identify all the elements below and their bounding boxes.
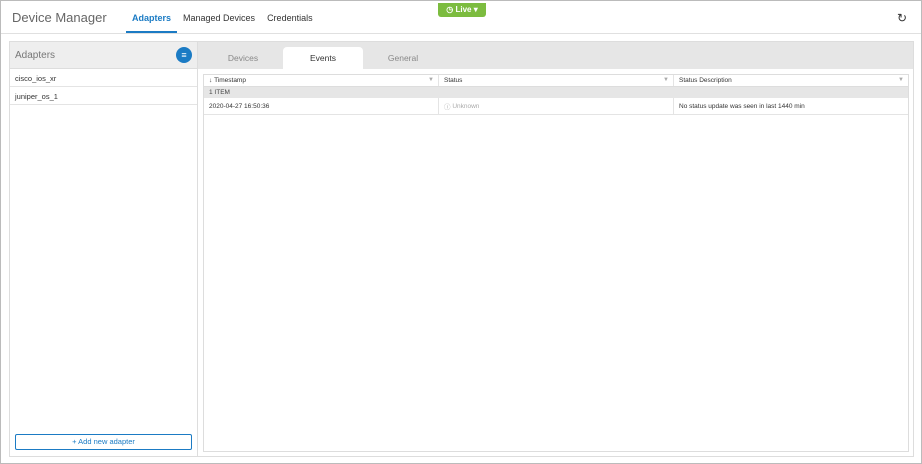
filter-icon[interactable]: ≡ bbox=[176, 47, 192, 63]
status-label: Unknown bbox=[452, 102, 480, 110]
adapters-panel: Adapters ≡ cisco_ios_xr juniper_os_1 + Ad… bbox=[9, 41, 198, 457]
live-button[interactable]: ◷ Live ▾ bbox=[438, 3, 486, 17]
nav-adapters[interactable]: Adapters bbox=[126, 1, 178, 33]
add-adapter-button[interactable]: + Add new adapter bbox=[15, 434, 192, 450]
detail-panel: Devices Events General ↓ Timestamp ▼ Stat… bbox=[197, 41, 914, 457]
filter-icon[interactable]: ▼ bbox=[663, 77, 669, 83]
plus-icon: + bbox=[72, 437, 77, 446]
app-header: Device Manager Adapters Managed Devices … bbox=[1, 1, 921, 34]
table-row[interactable]: 2020-04-27 16:50:36 ⓘ Unknown No status … bbox=[204, 98, 908, 115]
tab-devices[interactable]: Devices bbox=[203, 47, 283, 69]
col-label: Status Description bbox=[679, 77, 732, 84]
app-title: Device Manager bbox=[12, 10, 107, 25]
live-label: Live bbox=[455, 5, 472, 14]
group-row: 1 ITEM bbox=[204, 87, 908, 98]
add-adapter-label: Add new adapter bbox=[78, 437, 135, 446]
caret-down-icon: ▾ bbox=[473, 5, 478, 14]
events-grid: ↓ Timestamp ▼ Status ▼ Status Description ▼… bbox=[203, 74, 909, 452]
column-header-status[interactable]: Status ▼ bbox=[439, 75, 674, 86]
description-cell: No status update was seen in last 1440 m… bbox=[679, 102, 805, 110]
column-header-description[interactable]: Status Description ▼ bbox=[674, 75, 908, 86]
filter-icon[interactable]: ▼ bbox=[428, 77, 434, 83]
nav-credentials[interactable]: Credentials bbox=[261, 1, 319, 33]
column-header-timestamp[interactable]: ↓ Timestamp ▼ bbox=[204, 75, 439, 86]
tab-general[interactable]: General bbox=[363, 47, 443, 69]
refresh-icon[interactable]: ↻ bbox=[897, 11, 907, 25]
status-cell: ⓘ Unknown bbox=[439, 98, 674, 114]
adapter-item[interactable]: juniper_os_1 bbox=[10, 87, 197, 105]
main-nav: Adapters Managed Devices Credentials bbox=[126, 1, 319, 33]
clock-icon: ◷ bbox=[446, 5, 454, 14]
adapters-title: Adapters bbox=[15, 50, 56, 61]
timestamp-cell: 2020-04-27 16:50:36 bbox=[204, 98, 439, 114]
nav-managed-devices[interactable]: Managed Devices bbox=[177, 1, 261, 33]
tab-events[interactable]: Events bbox=[283, 47, 363, 69]
info-circle-icon: ⓘ bbox=[444, 104, 451, 111]
col-label: Timestamp bbox=[214, 77, 246, 84]
adapter-item[interactable]: cisco_ios_xr bbox=[10, 69, 197, 87]
col-label: Status bbox=[444, 77, 463, 84]
sort-down-icon: ↓ bbox=[209, 77, 213, 84]
filter-icon[interactable]: ▼ bbox=[898, 77, 904, 83]
